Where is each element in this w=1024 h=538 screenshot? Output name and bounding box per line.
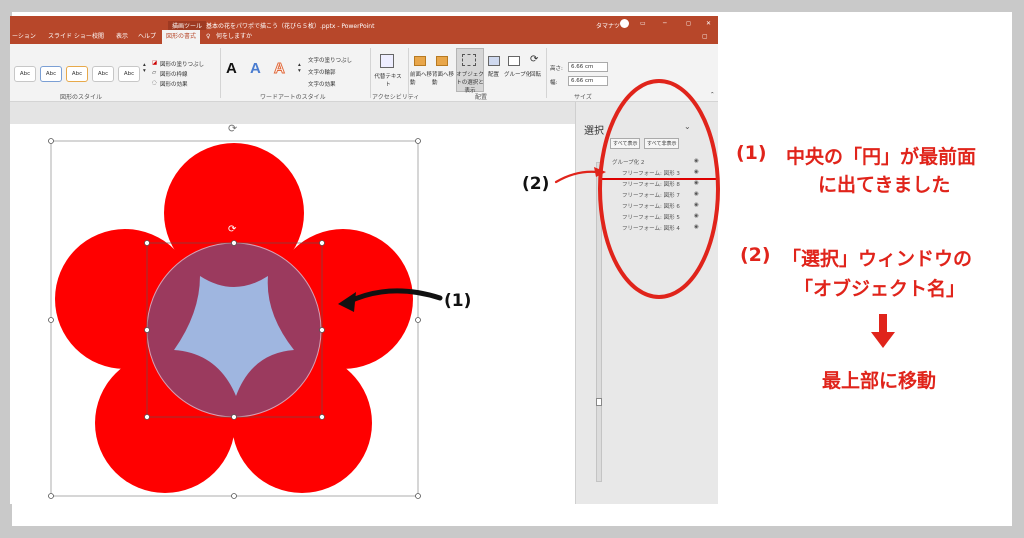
handle: [231, 240, 237, 246]
annotation-label-1: (1): [444, 291, 472, 311]
gallery-more-icon[interactable]: ▴ ▾: [143, 62, 146, 74]
tab-view[interactable]: 表示: [116, 30, 128, 44]
ribbon-display-icon[interactable]: ▭: [640, 20, 646, 27]
note-1-number: (1): [736, 142, 767, 164]
window-title: 基本の花をパワポで描こう（花びら５枚）.pptx - PowerPoint: [206, 23, 375, 30]
text-effects-button[interactable]: 文字の効果: [308, 80, 336, 88]
shape-style-4[interactable]: Abc: [92, 66, 114, 82]
shape-fill-button[interactable]: 図形の塗りつぶし: [160, 60, 204, 68]
group-handle: [48, 138, 54, 144]
tab-help[interactable]: ヘルプ: [138, 30, 156, 44]
down-arrow-icon: [871, 314, 895, 348]
align-icon: [488, 56, 500, 66]
selection-pane-button[interactable]: オブジェクトの選択と表示: [456, 70, 484, 94]
tab-slideshow-partial[interactable]: ーション: [12, 30, 36, 44]
ribbon-separator: [408, 48, 409, 98]
note-2-line-2: 「オブジェクト名」: [794, 278, 966, 300]
handle: [319, 414, 325, 420]
tab-shape-format[interactable]: 図形の書式: [162, 30, 201, 44]
note-1-line-1: 中央の「円」が最前面: [786, 146, 977, 168]
align-button[interactable]: 配置: [488, 70, 499, 78]
handle: [144, 414, 150, 420]
rotate-button[interactable]: 回転: [530, 70, 541, 78]
tell-me-box[interactable]: 何をしますか: [216, 30, 252, 44]
text-fill-button[interactable]: 文字の塗りつぶし: [308, 56, 352, 64]
width-label: 幅:: [550, 80, 558, 86]
group-label-size: サイズ: [574, 94, 592, 101]
bring-forward-button[interactable]: 前面へ移動: [410, 70, 434, 86]
ribbon-separator: [220, 48, 221, 98]
text-outline-button[interactable]: 文字の輪郭: [308, 68, 336, 76]
annotation-label-2: (2): [522, 174, 550, 194]
group-label-arrange: 配置: [475, 94, 488, 101]
tab-review[interactable]: 校閲: [92, 30, 104, 44]
group-handle: [415, 317, 421, 323]
group-label-shape-styles: 図形のスタイル: [60, 94, 103, 101]
avatar[interactable]: [620, 19, 629, 28]
share-icon[interactable]: ▢: [702, 30, 708, 44]
tab-slideshow[interactable]: スライド ショー: [48, 30, 92, 44]
group-handle: [415, 493, 421, 499]
close-icon[interactable]: ✕: [706, 20, 711, 27]
highlight-ellipse: [598, 79, 720, 299]
minimize-icon[interactable]: ─: [663, 20, 667, 27]
send-backward-icon: [436, 56, 448, 66]
note-2-result: 最上部に移動: [822, 370, 937, 392]
shape-style-1[interactable]: Abc: [14, 66, 36, 82]
group-handle: [231, 493, 237, 499]
height-input[interactable]: 6.66 cm: [568, 62, 608, 72]
scroll-thumb[interactable]: [596, 398, 602, 406]
contextual-tab-label: 描画ツール: [168, 21, 207, 30]
group-icon: [508, 56, 520, 66]
bring-forward-icon: [414, 56, 426, 66]
selection-pane-icon: [462, 54, 476, 66]
user-name: タマナツ: [596, 23, 621, 30]
group-label-wordart: ワードアートのスタイル: [260, 94, 326, 101]
handle: [144, 240, 150, 246]
shape-style-5[interactable]: Abc: [118, 66, 140, 82]
group-label-accessibility: アクセシビリティ: [372, 94, 420, 101]
note-1-line-2: に出てきました: [818, 174, 951, 196]
arrow-1: [338, 288, 443, 312]
shape-fill-icon: ◪: [152, 60, 158, 66]
ribbon-tab-bar: ーション スライド ショー 校閲 表示 ヘルプ 図形の書式 ♀ 何をしますか ▢: [10, 30, 718, 44]
handle: [319, 327, 325, 333]
alt-text-icon: [380, 54, 394, 68]
shape-outline-button[interactable]: 図形の枠線: [160, 70, 188, 78]
height-label: 高さ:: [550, 66, 563, 72]
shape-style-2[interactable]: Abc: [40, 66, 62, 82]
shape-style-3[interactable]: Abc: [66, 66, 88, 82]
rotate-icon: ⟳: [530, 54, 539, 65]
rotate-handle-icon: ⟳: [228, 224, 237, 235]
lightbulb-icon: ♀: [206, 33, 211, 40]
group-handle: [48, 317, 54, 323]
group-button[interactable]: グループ化: [504, 70, 531, 78]
handle: [319, 240, 325, 246]
note-2-line-1: 「選択」ウィンドウの: [782, 248, 973, 270]
wordart-style-outline[interactable]: A: [274, 60, 286, 78]
arrow-2: [554, 167, 606, 184]
group-handle: [48, 493, 54, 499]
handle: [144, 327, 150, 333]
shape-effects-button[interactable]: 図形の効果: [160, 80, 188, 88]
group-rotate-icon: ⟳: [228, 122, 237, 135]
ribbon-separator: [370, 48, 371, 98]
send-backward-button[interactable]: 背面へ移動: [432, 70, 456, 86]
group-handle: [415, 138, 421, 144]
ribbon-separator: [546, 48, 547, 98]
shape-effects-icon: ◌: [152, 80, 157, 86]
wordart-style-black[interactable]: A: [226, 60, 237, 77]
shape-outline-icon: ▱: [152, 70, 157, 76]
alt-text-button[interactable]: 代替テキスト: [374, 72, 402, 88]
wordart-more-icon[interactable]: ▴ ▾: [298, 62, 301, 74]
restore-icon[interactable]: ◻: [686, 20, 691, 27]
wordart-style-blue[interactable]: A: [250, 60, 261, 77]
handle: [231, 414, 237, 420]
note-2-number: (2): [740, 244, 771, 266]
